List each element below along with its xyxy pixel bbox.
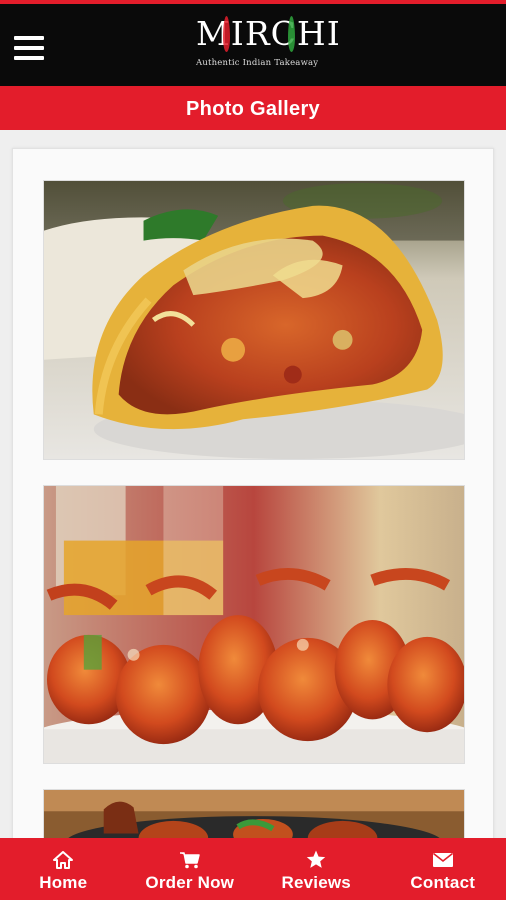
photo-gallery (12, 148, 494, 849)
nav-home[interactable]: Home (0, 838, 127, 900)
gallery-photo-prawns[interactable] (43, 485, 465, 764)
nav-home-label: Home (39, 872, 88, 892)
nav-reviews-label: Reviews (281, 872, 351, 892)
envelope-icon (432, 850, 454, 870)
nav-order-now[interactable]: Order Now (127, 838, 254, 900)
nav-contact-label: Contact (410, 872, 476, 892)
logo[interactable]: MIRCHI Authentic Indian Takeaway (196, 12, 340, 80)
app-header: MIRCHI Authentic Indian Takeaway (0, 4, 506, 86)
chili-green-icon (288, 16, 295, 52)
nav-contact[interactable]: Contact (380, 838, 506, 900)
hamburger-menu-icon[interactable] (14, 36, 44, 60)
page-title: Photo Gallery (0, 86, 506, 130)
nav-reviews[interactable]: Reviews (253, 838, 380, 900)
bottom-nav: Home Order Now Reviews Contact (0, 838, 506, 900)
nav-order-now-label: Order Now (145, 872, 235, 892)
logo-tagline: Authentic Indian Takeaway (196, 58, 319, 68)
home-icon (52, 850, 74, 870)
star-icon (305, 850, 327, 870)
gallery-photo-wrap[interactable] (43, 180, 465, 460)
chili-red-icon (223, 16, 230, 52)
prawns-photo-image (44, 486, 464, 763)
cart-icon (179, 850, 201, 870)
wrap-photo-image (44, 181, 464, 459)
logo-wordmark: MIRCHI (196, 14, 341, 53)
